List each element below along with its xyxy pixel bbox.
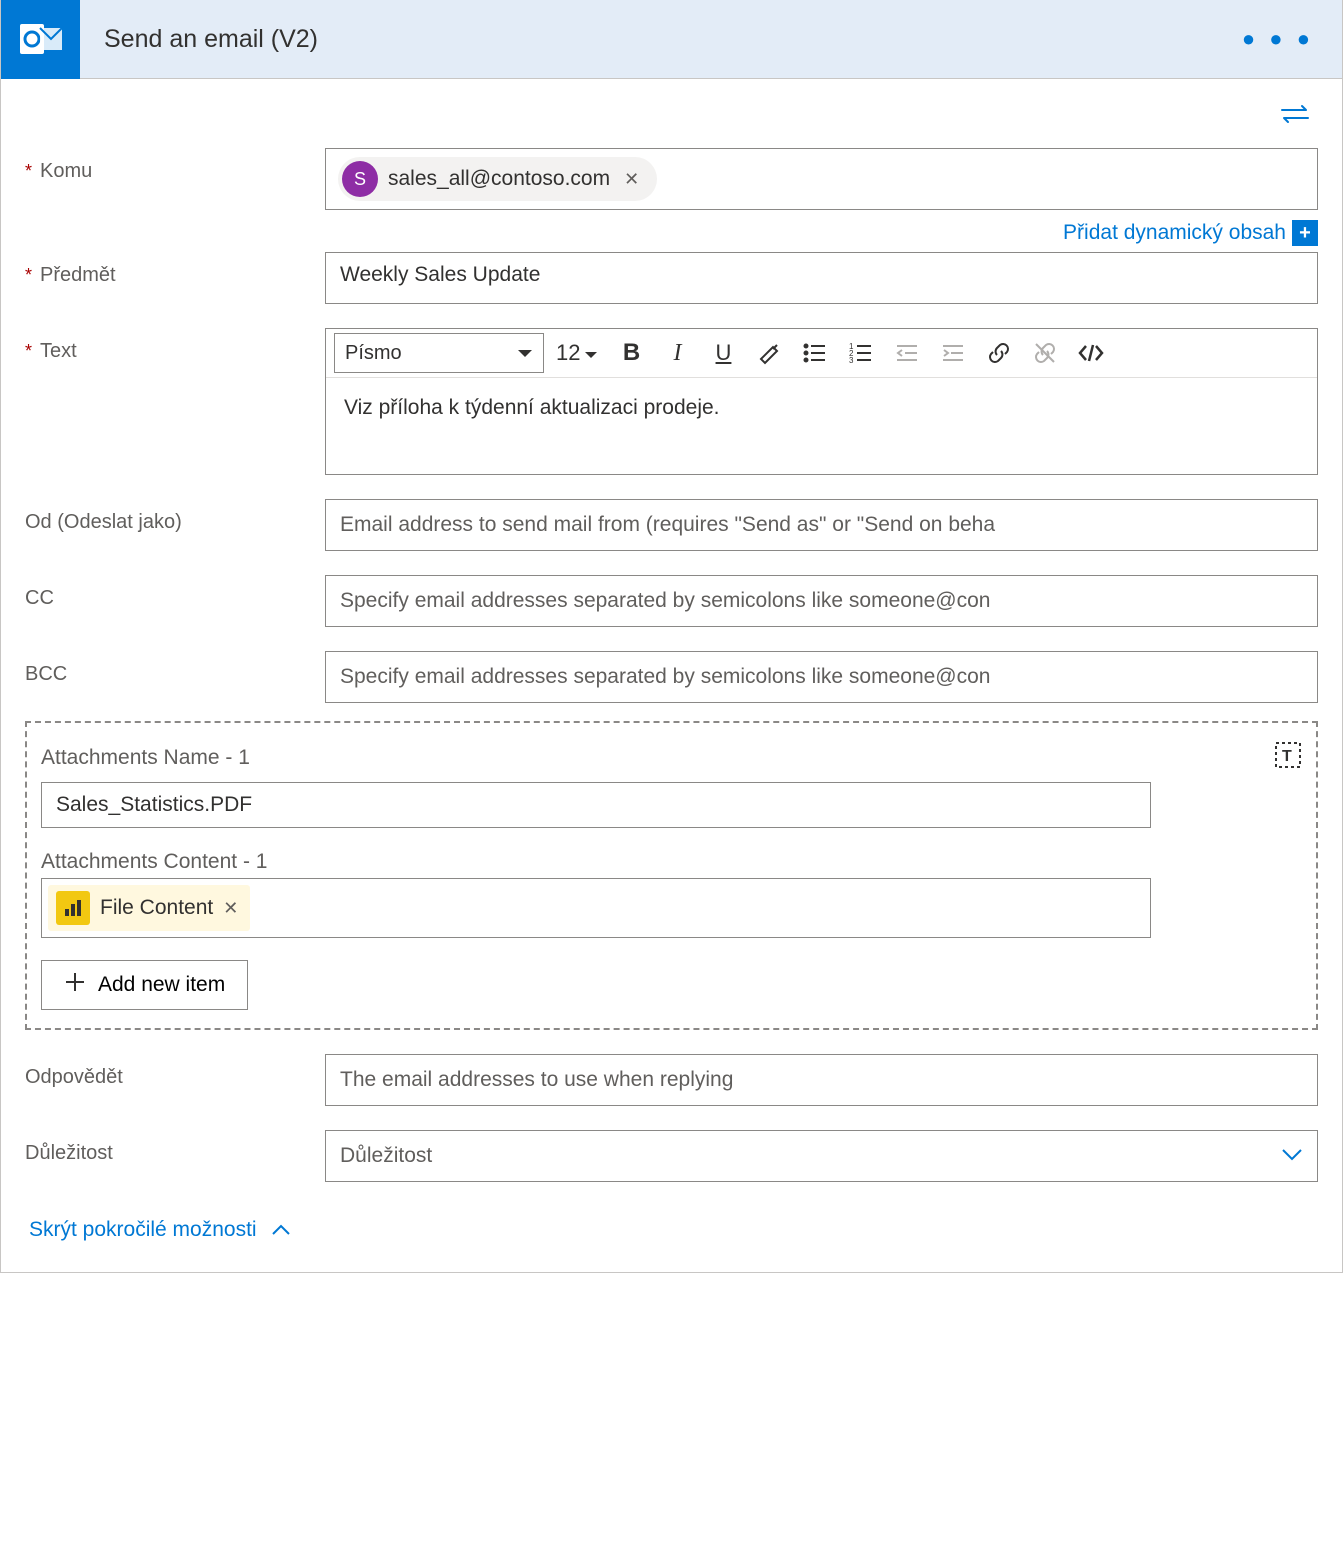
svg-text:3: 3 — [849, 356, 854, 364]
field-cc: CC — [25, 575, 1318, 627]
switch-to-array-icon[interactable]: T — [1274, 741, 1302, 774]
attachments-group: Attachments Name - 1 T Attachments Conte… — [25, 721, 1318, 1030]
label-attachment-content: Attachments Content - 1 — [41, 850, 321, 874]
file-content-token: File Content ✕ — [48, 885, 250, 931]
bullet-list-button[interactable] — [794, 333, 836, 373]
powerbi-icon — [56, 891, 90, 925]
label-body: Text — [25, 328, 325, 363]
subject-input[interactable]: Weekly Sales Update — [325, 252, 1318, 304]
font-size-picker[interactable]: 12 — [548, 340, 606, 366]
card-header: Send an email (V2) ● ● ● — [1, 0, 1342, 79]
card-menu-button[interactable]: ● ● ● — [1242, 26, 1314, 52]
avatar: S — [342, 161, 378, 197]
font-picker-label: Písmo — [345, 342, 402, 365]
outdent-button[interactable] — [886, 333, 928, 373]
attachment-name-input[interactable] — [41, 782, 1151, 828]
recipient-email: sales_all@contoso.com — [388, 167, 610, 191]
font-size-value: 12 — [556, 340, 580, 366]
font-picker[interactable]: Písmo — [334, 333, 544, 373]
to-input[interactable]: S sales_all@contoso.com ✕ — [325, 148, 1318, 210]
remove-recipient-icon[interactable]: ✕ — [620, 169, 643, 190]
card-body: Komu S sales_all@contoso.com ✕ Přidat dy… — [1, 79, 1342, 1272]
outlook-icon — [1, 0, 80, 79]
caret-down-icon — [517, 342, 533, 365]
rte-toolbar: Písmo 12 B I U — [326, 329, 1317, 378]
cc-input[interactable] — [325, 575, 1318, 627]
add-dynamic-content-link[interactable]: Přidat dynamický obsah — [1063, 221, 1286, 245]
field-from: Od (Odeslat jako) — [25, 499, 1318, 551]
field-importance: Důležitost Důležitost — [25, 1130, 1318, 1182]
rich-text-editor: Písmo 12 B I U — [325, 328, 1318, 475]
swap-icon[interactable] — [1280, 103, 1310, 130]
label-reply: Odpovědět — [25, 1054, 325, 1089]
plus-icon — [64, 971, 86, 999]
number-list-button[interactable]: 123 — [840, 333, 882, 373]
link-button[interactable] — [978, 333, 1020, 373]
field-body: Text Písmo 12 — [25, 328, 1318, 475]
card-title: Send an email (V2) — [104, 25, 1242, 54]
label-to: Komu — [25, 148, 325, 183]
label-cc: CC — [25, 575, 325, 610]
bcc-input[interactable] — [325, 651, 1318, 703]
hide-advanced-label: Skrýt pokročilé možnosti — [29, 1218, 257, 1242]
importance-placeholder: Důležitost — [340, 1144, 432, 1168]
attachment-content-input[interactable]: File Content ✕ — [41, 878, 1151, 938]
label-attachment-name: Attachments Name - 1 — [41, 746, 250, 770]
remove-token-icon[interactable]: ✕ — [223, 898, 238, 919]
label-importance: Důležitost — [25, 1130, 325, 1165]
action-card: Send an email (V2) ● ● ● Komu S sales_al… — [0, 0, 1343, 1273]
unlink-button[interactable] — [1024, 333, 1066, 373]
chevron-down-icon — [1281, 1144, 1303, 1168]
label-from: Od (Odeslat jako) — [25, 499, 325, 534]
bold-button[interactable]: B — [610, 333, 652, 373]
label-subject: Předmět — [25, 252, 325, 287]
token-label: File Content — [100, 896, 213, 920]
field-bcc: BCC — [25, 651, 1318, 703]
chevron-up-icon — [271, 1218, 291, 1242]
field-subject: Předmět Weekly Sales Update — [25, 252, 1318, 304]
recipient-chip: S sales_all@contoso.com ✕ — [338, 157, 657, 201]
from-input[interactable] — [325, 499, 1318, 551]
underline-button[interactable]: U — [702, 333, 744, 373]
code-view-button[interactable] — [1070, 333, 1112, 373]
add-dynamic-content-badge[interactable]: + — [1292, 220, 1318, 246]
hide-advanced-toggle[interactable]: Skrýt pokročilé možnosti — [25, 1206, 1318, 1262]
italic-button[interactable]: I — [656, 333, 698, 373]
add-item-label: Add new item — [98, 973, 225, 997]
svg-text:T: T — [1282, 748, 1292, 765]
field-reply: Odpovědět — [25, 1054, 1318, 1106]
caret-down-icon — [584, 340, 598, 366]
label-bcc: BCC — [25, 651, 325, 686]
reply-input[interactable] — [325, 1054, 1318, 1106]
field-to: Komu S sales_all@contoso.com ✕ Přidat dy… — [25, 148, 1318, 246]
body-textarea[interactable]: Viz příloha k týdenní aktualizaci prodej… — [326, 378, 1317, 474]
add-new-item-button[interactable]: Add new item — [41, 960, 248, 1010]
importance-select[interactable]: Důležitost — [325, 1130, 1318, 1182]
color-picker-button[interactable] — [748, 333, 790, 373]
indent-button[interactable] — [932, 333, 974, 373]
